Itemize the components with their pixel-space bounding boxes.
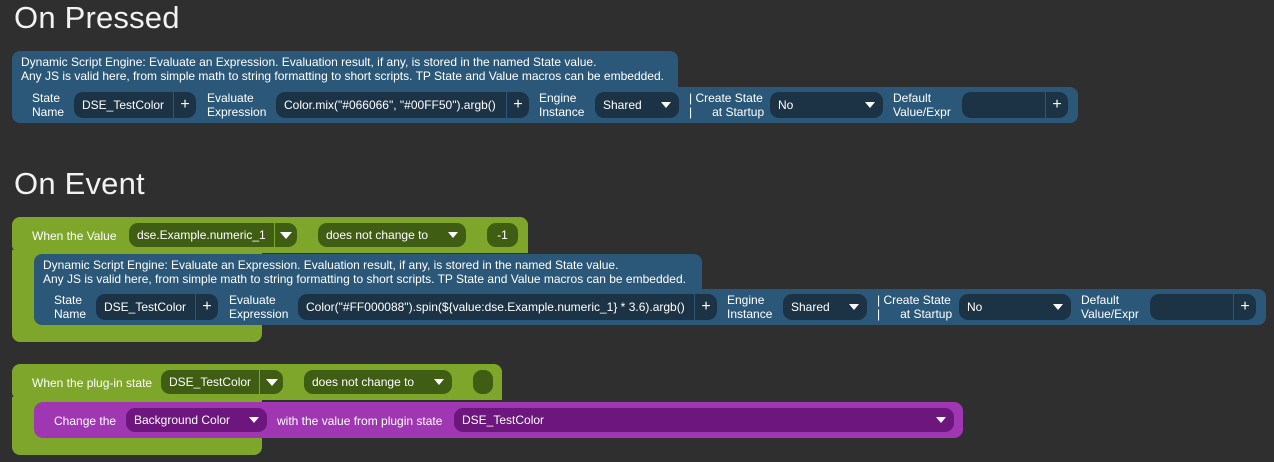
engine-value: Shared <box>791 300 830 314</box>
plus-icon[interactable]: + <box>1045 92 1068 118</box>
create-state-select[interactable]: No <box>959 294 1071 320</box>
expression-input[interactable]: Color("#FF000088").spin(${value:dse.Exam… <box>298 294 717 320</box>
label-line: Instance <box>539 105 585 119</box>
action-description: Dynamic Script Engine: Evaluate an Expre… <box>12 51 678 89</box>
evaluate-expression-label: Evaluate Expression <box>207 91 266 119</box>
engine-instance-select[interactable]: Shared <box>783 294 867 320</box>
label-line: | Create State <box>689 91 763 105</box>
plus-icon[interactable]: + <box>506 92 529 118</box>
source-state-select[interactable]: DSE_TestColor <box>454 408 954 432</box>
dropdown-arrow-icon[interactable] <box>273 223 297 247</box>
state-name-label: State Name <box>32 91 72 119</box>
label-line: Engine <box>727 293 765 307</box>
default-value-input[interactable]: + <box>1150 294 1256 320</box>
when-plugin-state-label: When the plug-in state <box>32 376 153 390</box>
create-state-label: | Create State | at Startup <box>877 293 952 321</box>
plugin-state-source: DSE_TestColor <box>169 375 252 389</box>
on-event-title: On Event <box>14 166 145 201</box>
create-state-label: | Create State | at Startup <box>689 91 764 119</box>
compare-value-input[interactable]: -1 <box>487 223 518 247</box>
state-name-value: DSE_TestColor <box>82 98 165 112</box>
compare-value-input[interactable] <box>473 370 493 394</box>
description-line-2: Any JS is valid here, from simple math t… <box>21 69 664 83</box>
condition-value: does not change to <box>312 375 415 389</box>
engine-value: Shared <box>603 98 642 112</box>
property-select[interactable]: Background Color <box>126 408 267 432</box>
nested-action-description: Dynamic Script Engine: Evaluate an Expre… <box>34 254 702 292</box>
plus-icon[interactable]: + <box>195 294 218 320</box>
value-source-select[interactable]: dse.Example.numeric_1 <box>129 223 297 247</box>
expression-value: Color("#FF000088").spin(${value:dse.Exam… <box>306 300 685 314</box>
plus-icon[interactable]: + <box>694 294 717 320</box>
label-line: Instance <box>727 307 773 321</box>
expression-input[interactable]: Color.mix("#066066", "#00FF50").argb() + <box>276 92 529 118</box>
caret-down-icon <box>661 102 671 108</box>
label-line: Evaluate <box>229 293 276 307</box>
caret-down-icon <box>1053 304 1063 310</box>
value-source: dse.Example.numeric_1 <box>137 228 266 242</box>
label-line: Name <box>32 105 65 119</box>
condition-value: does not change to <box>326 228 429 242</box>
engine-instance-label: Engine Instance <box>539 91 584 119</box>
source-state-value: DSE_TestColor <box>462 413 545 427</box>
plugin-state-select[interactable]: DSE_TestColor <box>161 370 283 394</box>
label-line: Evaluate <box>207 91 254 105</box>
caret-down-icon <box>849 304 859 310</box>
evaluate-expression-label: Evaluate Expression <box>229 293 288 321</box>
state-name-label: State Name <box>54 293 86 321</box>
label-line: Default <box>1081 293 1120 307</box>
label-line: Expression <box>207 105 267 119</box>
label-line: | at Startup <box>877 307 953 321</box>
label-line: Value/Expr <box>1081 307 1139 321</box>
label-line: Value/Expr <box>893 105 951 119</box>
state-name-input[interactable]: DSE_TestColor + <box>96 294 218 320</box>
caret-down-icon <box>249 417 259 423</box>
caret-down-icon <box>434 379 444 385</box>
label-line: State <box>54 293 83 307</box>
expression-value: Color.mix("#066066", "#00FF50").argb() <box>284 98 496 112</box>
label-line: | Create State <box>877 293 951 307</box>
create-state-select[interactable]: No <box>770 92 883 118</box>
state-name-value: DSE_TestColor <box>104 300 187 314</box>
label-line: Name <box>54 307 87 321</box>
on-pressed-title: On Pressed <box>14 0 180 35</box>
engine-instance-label: Engine Instance <box>727 293 772 321</box>
engine-instance-select[interactable]: Shared <box>595 92 679 118</box>
caret-down-icon <box>865 102 875 108</box>
caret-down-icon <box>936 417 946 423</box>
default-value-label: Default Value/Expr <box>893 91 951 119</box>
label-line: | at Startup <box>689 105 765 119</box>
description-line-1: Dynamic Script Engine: Evaluate an Expre… <box>43 258 619 272</box>
compare-value: -1 <box>497 228 508 242</box>
label-line: State <box>32 91 61 105</box>
caret-down-icon <box>448 232 458 238</box>
with-value-label: with the value from plugin state <box>277 414 443 428</box>
state-name-input[interactable]: DSE_TestColor + <box>74 92 196 118</box>
label-line: Default <box>893 91 932 105</box>
condition-select[interactable]: does not change to <box>318 223 466 247</box>
create-state-value: No <box>778 98 794 112</box>
condition-select[interactable]: does not change to <box>304 370 452 394</box>
dropdown-arrow-icon[interactable] <box>259 370 283 394</box>
label-line: Engine <box>539 91 577 105</box>
default-value-input[interactable]: + <box>962 92 1068 118</box>
description-line-2: Any JS is valid here, from simple math t… <box>43 272 686 286</box>
label-line: Expression <box>229 307 289 321</box>
property-value: Background Color <box>134 413 231 427</box>
default-value-label: Default Value/Expr <box>1081 293 1139 321</box>
description-line-1: Dynamic Script Engine: Evaluate an Expre… <box>21 55 597 69</box>
change-label: Change the <box>54 414 117 428</box>
plus-icon[interactable]: + <box>173 92 196 118</box>
when-value-label: When the Value <box>32 229 117 243</box>
create-state-value: No <box>967 300 983 314</box>
plus-icon[interactable]: + <box>1233 294 1256 320</box>
